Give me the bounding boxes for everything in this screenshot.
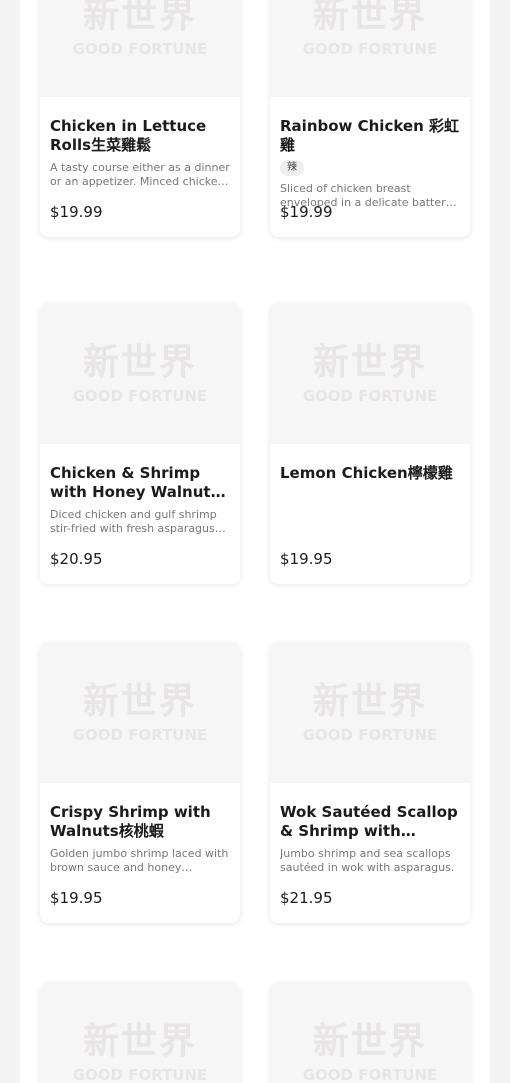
logo-english-text: GOOD FORTUNE [72,1066,208,1083]
logo-english-text: GOOD FORTUNE [72,387,208,405]
item-title: Chicken & Shrimp with Honey Walnuts核桃雞蝦 [50,464,220,501]
logo-chinese-text: 新世界 [312,1021,427,1062]
logo-english-text: GOOD FORTUNE [302,1066,438,1083]
item-image-placeholder: 新世界 GOOD FORTUNE [40,304,240,444]
item-details: Chicken & Shrimp with Honey Walnuts核桃雞蝦 … [40,444,240,584]
item-title: Lemon Chicken檸檬雞 [280,464,453,482]
item-description: Golden jumbo shrimp laced with brown sau… [50,847,229,874]
item-title: Rainbow Chicken 彩虹雞 [280,117,459,154]
logo-english-text: GOOD FORTUNE [302,387,438,405]
item-details: Wok Sautéed Scallop & Shrimp with Aspara… [270,783,470,923]
logo-chinese-text: 新世界 [312,0,427,36]
item-details: Chicken in Lettuce Rolls生菜雞鬆 A tasty cou… [40,97,240,237]
menu-item-card[interactable]: 新世界 GOOD FORTUNE Rainbow Chicken 彩虹雞 辣 S… [270,0,470,237]
menu-item-card[interactable]: 新世界 GOOD FORTUNE [40,983,240,1083]
logo-chinese-text: 新世界 [312,681,427,722]
item-details: Rainbow Chicken 彩虹雞 辣 Sliced of chicken … [270,97,470,237]
menu-panel: 新世界 GOOD FORTUNE Chicken in Lettuce Roll… [20,0,490,1083]
item-description: Jumbo shrimp and sea scallops sautéed in… [280,847,455,874]
item-price: $21.95 [280,889,333,907]
item-image-placeholder: 新世界 GOOD FORTUNE [40,983,240,1083]
menu-item-card[interactable]: 新世界 GOOD FORTUNE Crispy Shrimp with Waln… [40,643,240,923]
item-image-placeholder: 新世界 GOOD FORTUNE [40,643,240,783]
menu-item-card[interactable]: 新世界 GOOD FORTUNE [270,983,470,1083]
item-title: Wok Sautéed Scallop & Shrimp with Aspara… [280,803,458,840]
menu-item-card[interactable]: 新世界 GOOD FORTUNE Wok Sautéed Scallop & S… [270,643,470,923]
logo-chinese-text: 新世界 [82,681,197,722]
logo-english-text: GOOD FORTUNE [72,726,208,744]
item-description: Diced chicken and gulf shrimp stir-fried… [50,508,217,535]
logo-chinese-text: 新世界 [312,342,427,383]
item-image-placeholder: 新世界 GOOD FORTUNE [270,304,470,444]
logo-chinese-text: 新世界 [82,0,197,36]
item-price: $19.99 [280,203,333,221]
logo-english-text: GOOD FORTUNE [72,40,208,58]
item-image-placeholder: 新世界 GOOD FORTUNE [270,0,470,97]
spicy-tag: 辣 [280,160,304,176]
item-title: Crispy Shrimp with Walnuts核桃蝦 [50,803,211,840]
item-price: $20.95 [50,550,103,568]
item-price: $19.95 [280,550,333,568]
item-details: Crispy Shrimp with Walnuts核桃蝦 Golden jum… [40,783,240,923]
item-details: Lemon Chicken檸檬雞 $19.95 [270,444,470,584]
item-price: $19.95 [50,889,103,907]
item-image-placeholder: 新世界 GOOD FORTUNE [270,983,470,1083]
menu-item-card[interactable]: 新世界 GOOD FORTUNE Lemon Chicken檸檬雞 $19.95 [270,304,470,584]
item-image-placeholder: 新世界 GOOD FORTUNE [270,643,470,783]
logo-chinese-text: 新世界 [82,342,197,383]
item-description: A tasty course either as a dinner or an … [50,161,230,188]
item-title: Chicken in Lettuce Rolls生菜雞鬆 [50,117,207,154]
item-image-placeholder: 新世界 GOOD FORTUNE [40,0,240,97]
item-price: $19.99 [50,203,103,221]
logo-english-text: GOOD FORTUNE [302,726,438,744]
logo-english-text: GOOD FORTUNE [302,40,438,58]
menu-item-card[interactable]: 新世界 GOOD FORTUNE Chicken in Lettuce Roll… [40,0,240,237]
logo-chinese-text: 新世界 [82,1021,197,1062]
menu-item-card[interactable]: 新世界 GOOD FORTUNE Chicken & Shrimp with H… [40,304,240,584]
